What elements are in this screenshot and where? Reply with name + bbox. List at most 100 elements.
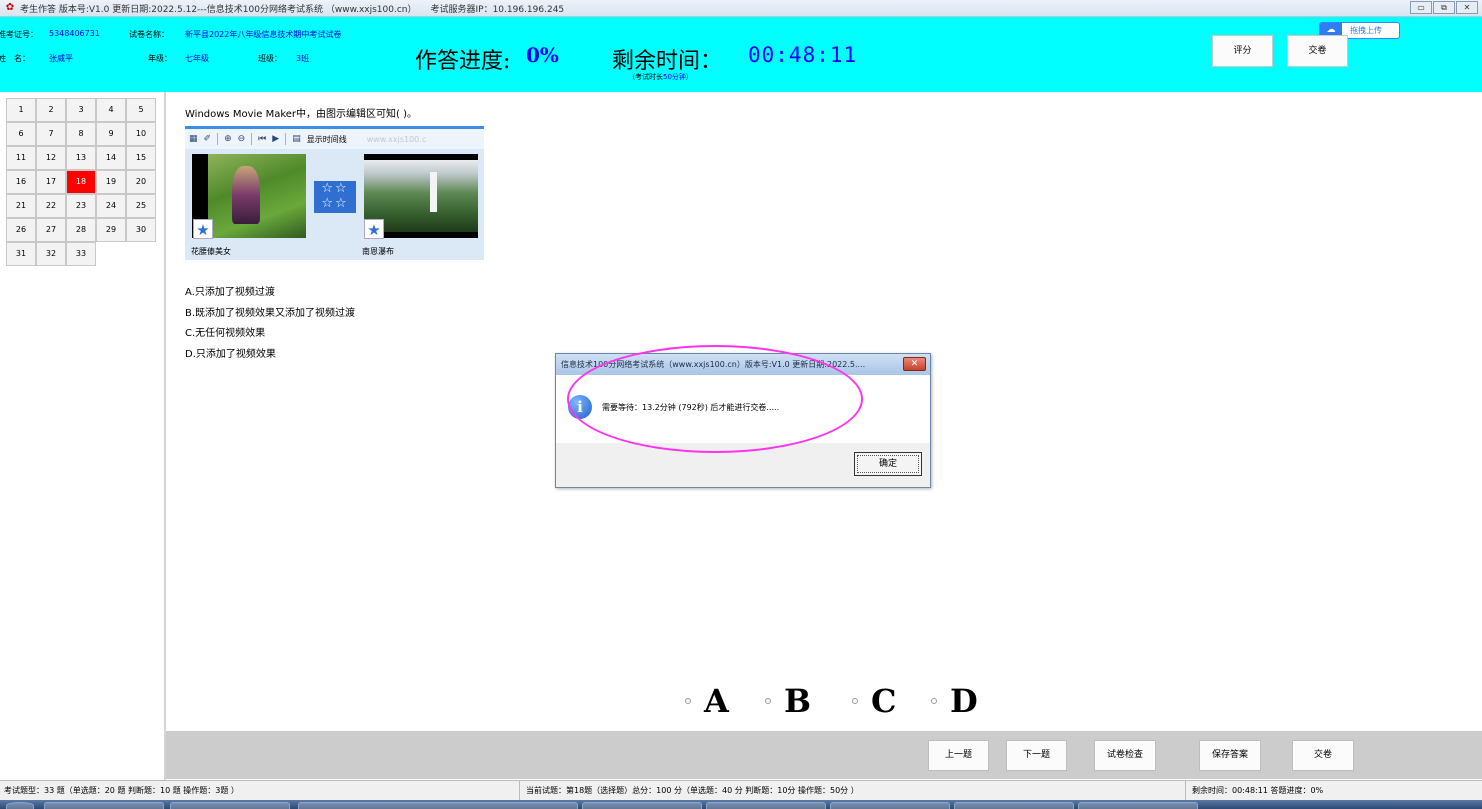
save-answer-button[interactable]: 保存答案 [1199,740,1261,771]
taskbar-app[interactable] [170,802,290,809]
question-number-cell[interactable]: 12 [36,146,66,170]
question-number-cell[interactable]: 19 [96,170,126,194]
ticket-label: 准考证号： [0,30,38,39]
zoom-out-icon: ⊖ [237,134,246,144]
question-number-cell[interactable]: 11 [6,146,36,170]
question-number-cell[interactable]: 25 [126,194,156,218]
question-number-cell[interactable]: 7 [36,122,66,146]
status-bar: 考试题型：33 题（单选题：20 题 判断题：10 题 操作题：3题 ） 当前试… [0,780,1482,801]
name-label: 姓 名： [0,54,30,63]
status-current-question: 当前试题：第18题（选择题）总分：100 分（单选题：40 分 判断题：10分 … [522,781,1186,801]
question-number-cell[interactable]: 6 [6,122,36,146]
answer-letter: C [871,682,897,720]
question-number-cell[interactable]: 32 [36,242,66,266]
submit-paper-button[interactable]: 交卷 [1292,740,1354,771]
check-paper-button[interactable]: 试卷检查 [1094,740,1156,771]
timeline-icon: ▤ [292,134,301,144]
class-label: 班级： [258,54,282,63]
question-number-cell[interactable]: 17 [36,170,66,194]
answer-radio-d[interactable]: D [931,682,978,720]
question-text: Windows Movie Maker中，由图示编辑区可知( )。 [185,109,418,120]
radio-circle[interactable] [931,698,937,704]
question-number-cell[interactable]: 31 [6,242,36,266]
question-grid: 1 2 3 4 5 6 7 8 9 10 11 12 13 14 15 16 17 18 19 20 21 22 23 24 2… [6,98,156,266]
question-number-cell[interactable]: 9 [96,122,126,146]
prev-question-button[interactable]: 上一题 [928,740,989,771]
answer-radio-b[interactable]: B [765,682,811,720]
radio-circle[interactable] [685,698,691,704]
dialog-title: 信息技术100分网络考试系统（www.xxjs100.cn）版本号:V1.0 更… [556,354,930,375]
question-number-cell[interactable]: 28 [66,218,96,242]
student-name: 张威平 [49,54,73,63]
taskbar-app[interactable] [954,802,1074,809]
question-number-cell[interactable]: 27 [36,218,66,242]
remaining-time-value: 00:48:11 [748,43,858,67]
question-number-cell[interactable]: 10 [126,122,156,146]
question-number-cell[interactable]: 15 [126,146,156,170]
paper-name: 新平县2022年八年级信息技术期中考试试卷 [185,30,342,39]
question-number-cell[interactable]: 23 [66,194,96,218]
movie-maker-figure: ▦ ✐ ⊕ ⊖ ⏮ ▶ ▤ 显示时间线 www.xxjs100.c ☆☆ ☆☆ ★… [185,126,484,260]
question-number-cell[interactable]: 22 [36,194,66,218]
answer-radio-c[interactable]: C [852,682,896,720]
storyboard-toolbar: ▦ ✐ ⊕ ⊖ ⏮ ▶ ▤ 显示时间线 www.xxjs100.c [185,129,484,149]
clip-name-1: 花腰傣美女 [191,247,231,256]
status-question-types: 考试题型：33 题（单选题：20 题 判断题：10 题 操作题：3题 ） [0,781,520,801]
taskbar-app[interactable] [582,802,702,809]
question-number-cell[interactable]: 1 [6,98,36,122]
show-timeline-label: 显示时间线 [306,134,347,144]
ticket-number: 5348406731 [49,29,100,38]
question-number-cell[interactable]: 21 [6,194,36,218]
paper-label: 试卷名称： [129,30,169,39]
question-number-cell[interactable]: 13 [66,146,96,170]
option-d-text: D.只添加了视频效果 [185,349,276,360]
question-number-cell[interactable]: 16 [6,170,36,194]
question-number-cell[interactable]: 20 [126,170,156,194]
question-number-cell[interactable]: 3 [66,98,96,122]
answer-letter: A [704,682,729,720]
radio-circle[interactable] [765,698,771,704]
clip-name-2: 南恩瀑布 [362,247,394,256]
taskbar-app[interactable] [1078,802,1198,809]
remaining-time-label: 剩余时间： [612,49,723,74]
radio-circle[interactable] [852,698,858,704]
progress-label: 作答进度: [415,49,511,74]
header-submit-button[interactable]: 交卷 [1287,35,1348,67]
play-icon: ▶ [272,134,280,144]
minimize-button[interactable]: ▭ [1410,1,1432,14]
info-icon: i [568,395,592,419]
question-number-cell[interactable]: 29 [96,218,126,242]
question-number-cell[interactable]: 2 [36,98,66,122]
window-titlebar: ✿ 考生作答 版本号:V1.0 更新日期:2022.5.12---信息技术100… [0,0,1482,17]
dialog-close-button[interactable]: ✕ [903,357,926,371]
question-number-cell[interactable]: 18 [66,170,96,194]
storyboard-icon: ▦ [189,134,198,144]
taskbar-app[interactable] [830,802,950,809]
baidu-upload-label: 拖拽上传 [1350,26,1382,35]
question-number-cell[interactable]: 5 [126,98,156,122]
next-question-button[interactable]: 下一题 [1006,740,1067,771]
question-number-cell[interactable]: 4 [96,98,126,122]
question-number-cell[interactable]: 26 [6,218,36,242]
progress-value: 0% [526,43,559,67]
status-remaining: 剩余时间：00:48:11 答题进度：0% [1192,786,1324,795]
score-button[interactable]: 评分 [1212,35,1273,67]
question-number-cell[interactable]: 33 [66,242,96,266]
taskbar-app[interactable] [298,802,578,809]
taskbar-app[interactable] [44,802,164,809]
question-number-cell[interactable]: 8 [66,122,96,146]
question-number-cell[interactable]: 24 [96,194,126,218]
close-window-button[interactable]: ✕ [1456,1,1478,14]
question-number-cell[interactable]: 30 [126,218,156,242]
grade-value: 七年级 [185,54,209,63]
taskbar-app[interactable] [706,802,826,809]
question-number-cell[interactable]: 14 [96,146,126,170]
video-effect-star-icon: ★ [364,219,384,239]
option-a-text: A.只添加了视频过渡 [185,287,275,298]
dialog-body: i 需要等待：13.2分钟 (792秒) 后才能进行交卷..... [556,375,930,443]
dialog-ok-button[interactable]: 确定 [854,452,922,476]
answer-radio-a[interactable]: A [685,682,729,720]
exam-app-icon: ✿ [5,2,15,13]
start-button[interactable] [6,802,34,809]
restore-button[interactable]: ⧉ [1433,1,1455,14]
